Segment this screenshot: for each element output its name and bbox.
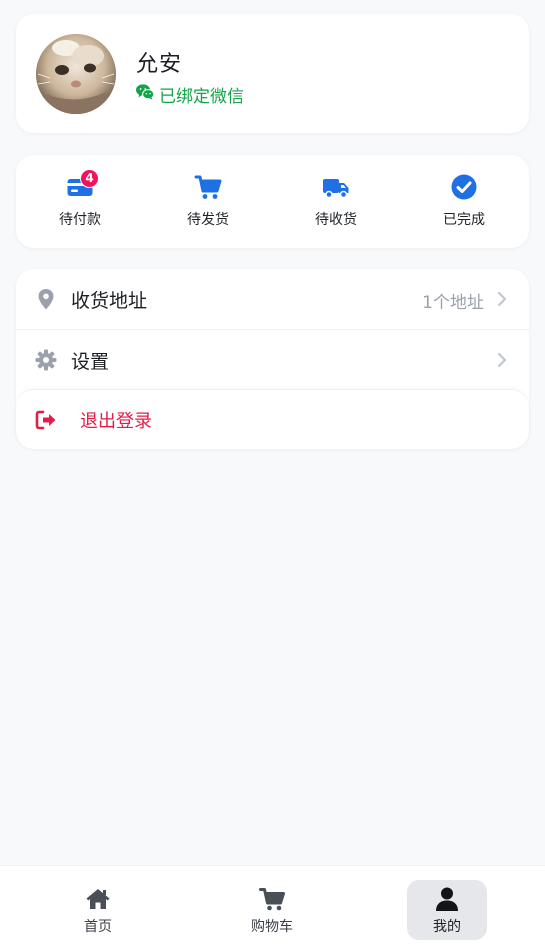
cart-icon (259, 886, 285, 912)
wechat-icon (136, 83, 155, 105)
cart-icon (194, 173, 222, 201)
settings-label: 设置 (71, 351, 110, 373)
wechat-status-text: 已绑定微信 (159, 86, 244, 107)
bottom-tab-bar: 首页 购物车 我的 (0, 865, 545, 949)
order-completed-label: 已完成 (443, 212, 485, 228)
order-status-card: 4 待付款 待发货 待收货 已完成 (16, 155, 529, 248)
tab-cart[interactable]: 购物车 (232, 880, 312, 940)
gear-icon (34, 348, 58, 372)
tab-home-label: 首页 (84, 919, 112, 935)
home-icon (85, 886, 111, 912)
logout-label: 退出登录 (80, 411, 152, 432)
avatar[interactable] (36, 34, 116, 114)
tab-profile[interactable]: 我的 (407, 880, 487, 940)
wechat-bind-status: 已绑定微信 (136, 82, 244, 107)
profile-page: 允安 已绑定微信 4 待付款 待发货 待收货 已完成 收货地址 1个地址 设置 … (0, 0, 545, 949)
check-circle-icon (450, 173, 478, 201)
profile-card: 允安 已绑定微信 (16, 14, 529, 133)
order-pending-payment[interactable]: 4 待付款 (16, 155, 144, 248)
logout-icon (34, 408, 58, 432)
chevron-right-icon (495, 290, 509, 308)
tab-profile-label: 我的 (433, 919, 461, 935)
location-pin-icon (34, 287, 58, 311)
address-count: 1个地址 (422, 293, 484, 313)
menu-card: 收货地址 1个地址 设置 退出登录 (16, 269, 529, 449)
menu-item-settings[interactable]: 设置 (16, 330, 529, 390)
order-pending-shipment[interactable]: 待发货 (144, 155, 272, 248)
order-completed[interactable]: 已完成 (400, 155, 528, 248)
address-label: 收货地址 (71, 290, 148, 312)
user-icon (434, 886, 460, 912)
tab-cart-label: 购物车 (251, 919, 293, 935)
tab-home[interactable]: 首页 (58, 880, 138, 940)
chevron-right-icon (495, 351, 509, 369)
order-pending-receipt-label: 待收货 (315, 212, 357, 228)
order-pending-shipment-label: 待发货 (187, 212, 229, 228)
order-pending-payment-label: 待付款 (59, 212, 101, 228)
pending-payment-badge: 4 (80, 169, 99, 188)
truck-icon (322, 173, 350, 201)
menu-item-address[interactable]: 收货地址 1个地址 (16, 269, 529, 330)
username: 允安 (136, 52, 183, 77)
order-pending-receipt[interactable]: 待收货 (272, 155, 400, 248)
logout-button[interactable]: 退出登录 (16, 389, 529, 449)
